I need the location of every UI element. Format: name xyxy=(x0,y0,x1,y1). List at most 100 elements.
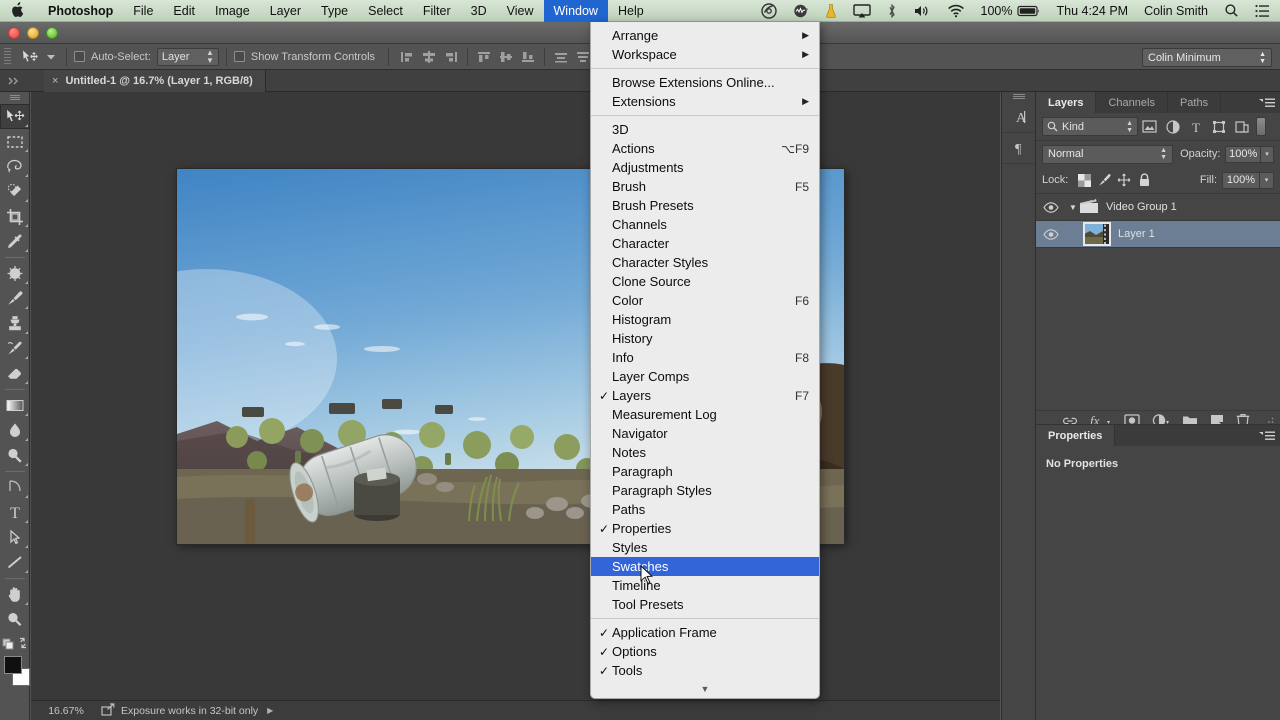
tool-zoom-tool[interactable] xyxy=(0,607,30,632)
tool-type-tool[interactable]: T xyxy=(0,500,30,525)
menu-item-arrange[interactable]: Arrange ▶ xyxy=(591,26,819,45)
menu-item-3d[interactable]: 3D xyxy=(591,120,819,139)
minimize-window-button[interactable] xyxy=(27,27,39,39)
menu-edit[interactable]: Edit xyxy=(163,0,205,22)
fill-value[interactable]: 100% xyxy=(1222,171,1260,189)
menu-photoshop[interactable]: Photoshop xyxy=(38,0,123,22)
bluetooth-icon[interactable] xyxy=(879,0,905,22)
blend-mode-dropdown[interactable]: Normal ▲ ▼ xyxy=(1042,144,1174,164)
menu-item-measurement-log[interactable]: Measurement Log xyxy=(591,405,819,424)
opacity-value[interactable]: 100% xyxy=(1225,145,1261,163)
menu-item-actions[interactable]: Actions ⌥F9 xyxy=(591,139,819,158)
align-right-edges-button[interactable] xyxy=(440,47,462,67)
search-icon[interactable] xyxy=(1216,0,1247,22)
smart-object-filter-icon[interactable] xyxy=(1230,117,1253,137)
lock-transparency-icon[interactable] xyxy=(1074,171,1094,189)
adjustment-filter-icon[interactable] xyxy=(1161,117,1184,137)
menu-select[interactable]: Select xyxy=(358,0,413,22)
menu-item-navigator[interactable]: Navigator xyxy=(591,424,819,443)
menu-window[interactable]: Window xyxy=(543,0,608,22)
lock-position-icon[interactable] xyxy=(1114,171,1134,189)
foreground-color-swatch[interactable] xyxy=(4,656,22,674)
tab-properties[interactable]: Properties xyxy=(1036,425,1116,446)
tools-panel-grip[interactable] xyxy=(0,92,29,104)
menu-item-layers[interactable]: ✓ Layers F7 xyxy=(591,386,819,405)
tab-channels[interactable]: Channels xyxy=(1096,92,1168,113)
layer-thumbnail[interactable] xyxy=(1083,222,1111,246)
menu-item-tool-presets[interactable]: Tool Presets xyxy=(591,595,819,614)
menu-file[interactable]: File xyxy=(123,0,163,22)
menu-item-swatches[interactable]: Swatches xyxy=(591,557,819,576)
menu-item-info[interactable]: Info F8 xyxy=(591,348,819,367)
menu-filter[interactable]: Filter xyxy=(413,0,461,22)
menu-help[interactable]: Help xyxy=(608,0,654,22)
menu-item-application-frame[interactable]: ✓ Application Frame xyxy=(591,623,819,642)
dock-grip[interactable] xyxy=(1002,92,1035,102)
tool-marquee-tool[interactable] xyxy=(0,129,30,154)
menu-item-browse-extensions-online[interactable]: Browse Extensions Online... xyxy=(591,73,819,92)
menu-item-paragraph[interactable]: Paragraph xyxy=(591,462,819,481)
layer-visibility-toggle[interactable] xyxy=(1036,201,1066,213)
tool-crop-tool[interactable] xyxy=(0,204,30,229)
notification-list-icon[interactable] xyxy=(1247,0,1280,22)
tool-brush-tool[interactable] xyxy=(0,286,30,311)
panel-menu-icon[interactable] xyxy=(1259,429,1275,447)
status-arrow-icon[interactable]: ▶ xyxy=(267,706,273,715)
pixel-filter-icon[interactable] xyxy=(1138,117,1161,137)
zoom-window-button[interactable] xyxy=(46,27,58,39)
tool-eraser-tool[interactable] xyxy=(0,361,30,386)
volume-icon[interactable] xyxy=(905,0,939,22)
distribute-top-edges-button[interactable] xyxy=(550,47,572,67)
tool-line-tool[interactable] xyxy=(0,550,30,575)
menu-item-brush[interactable]: Brush F5 xyxy=(591,177,819,196)
paragraph-panel-icon[interactable]: ¶ xyxy=(1002,133,1037,163)
fill-stepper[interactable]: ▾ xyxy=(1260,171,1274,189)
menu-item-options[interactable]: ✓ Options xyxy=(591,642,819,661)
menu-layer[interactable]: Layer xyxy=(260,0,311,22)
menu-item-extensions[interactable]: Extensions ▶ xyxy=(591,92,819,111)
menu-item-channels[interactable]: Channels xyxy=(591,215,819,234)
align-vertical-centers-button[interactable] xyxy=(495,47,517,67)
tool-gradient-tool[interactable] xyxy=(0,393,30,418)
tool-lasso-tool[interactable] xyxy=(0,154,30,179)
menu-3d[interactable]: 3D xyxy=(461,0,497,22)
document-tab[interactable]: × Untitled-1 @ 16.7% (Layer 1, RGB/8) xyxy=(44,70,266,92)
character-panel-icon[interactable]: A xyxy=(1002,102,1037,132)
canvas-area[interactable] xyxy=(31,92,1000,720)
tool-preset-chevron-icon[interactable] xyxy=(43,46,59,68)
auto-select-scope-dropdown[interactable]: Layer ▲ ▼ xyxy=(156,47,219,66)
type-filter-icon[interactable]: T xyxy=(1184,117,1207,137)
menu-scroll-down-indicator[interactable]: ▼ xyxy=(591,680,819,698)
menu-item-workspace[interactable]: Workspace ▶ xyxy=(591,45,819,64)
menu-item-character[interactable]: Character xyxy=(591,234,819,253)
menu-item-history[interactable]: History xyxy=(591,329,819,348)
wifi-icon[interactable] xyxy=(939,0,973,22)
tool-quick-selection-tool[interactable] xyxy=(0,179,30,204)
move-tool-icon[interactable] xyxy=(17,46,43,68)
airplay-icon[interactable] xyxy=(845,0,879,22)
options-bar-grip[interactable] xyxy=(4,47,11,66)
menu-item-brush-presets[interactable]: Brush Presets xyxy=(591,196,819,215)
close-icon[interactable]: × xyxy=(52,75,58,87)
lock-all-icon[interactable] xyxy=(1134,171,1154,189)
menu-item-timeline[interactable]: Timeline xyxy=(591,576,819,595)
show-transform-controls-checkbox[interactable] xyxy=(233,51,245,62)
tab-paths[interactable]: Paths xyxy=(1168,92,1222,113)
workspace-dropdown[interactable]: Colin Minimum ▲ ▼ xyxy=(1142,48,1272,67)
align-bottom-edges-button[interactable] xyxy=(517,47,539,67)
lock-image-icon[interactable] xyxy=(1094,171,1114,189)
menu-item-tools[interactable]: ✓ Tools xyxy=(591,661,819,680)
tool-path-selection-tool[interactable] xyxy=(0,525,30,550)
default-colors-button[interactable] xyxy=(0,632,30,654)
menu-item-properties[interactable]: ✓ Properties xyxy=(591,519,819,538)
tool-history-brush-tool[interactable] xyxy=(0,336,30,361)
window-dropdown-menu[interactable]: Arrange ▶ Workspace ▶ Browse Extensions … xyxy=(590,22,820,699)
menu-item-character-styles[interactable]: Character Styles xyxy=(591,253,819,272)
tool-spot-healing-brush-tool[interactable] xyxy=(0,261,30,286)
tool-eyedropper-tool[interactable] xyxy=(0,229,30,254)
share-icon[interactable] xyxy=(101,702,115,719)
auto-select-checkbox[interactable] xyxy=(74,51,85,62)
tool-pen-tool[interactable] xyxy=(0,475,30,500)
menu-item-styles[interactable]: Styles xyxy=(591,538,819,557)
group-disclosure-icon[interactable]: ▼ xyxy=(1066,203,1080,212)
